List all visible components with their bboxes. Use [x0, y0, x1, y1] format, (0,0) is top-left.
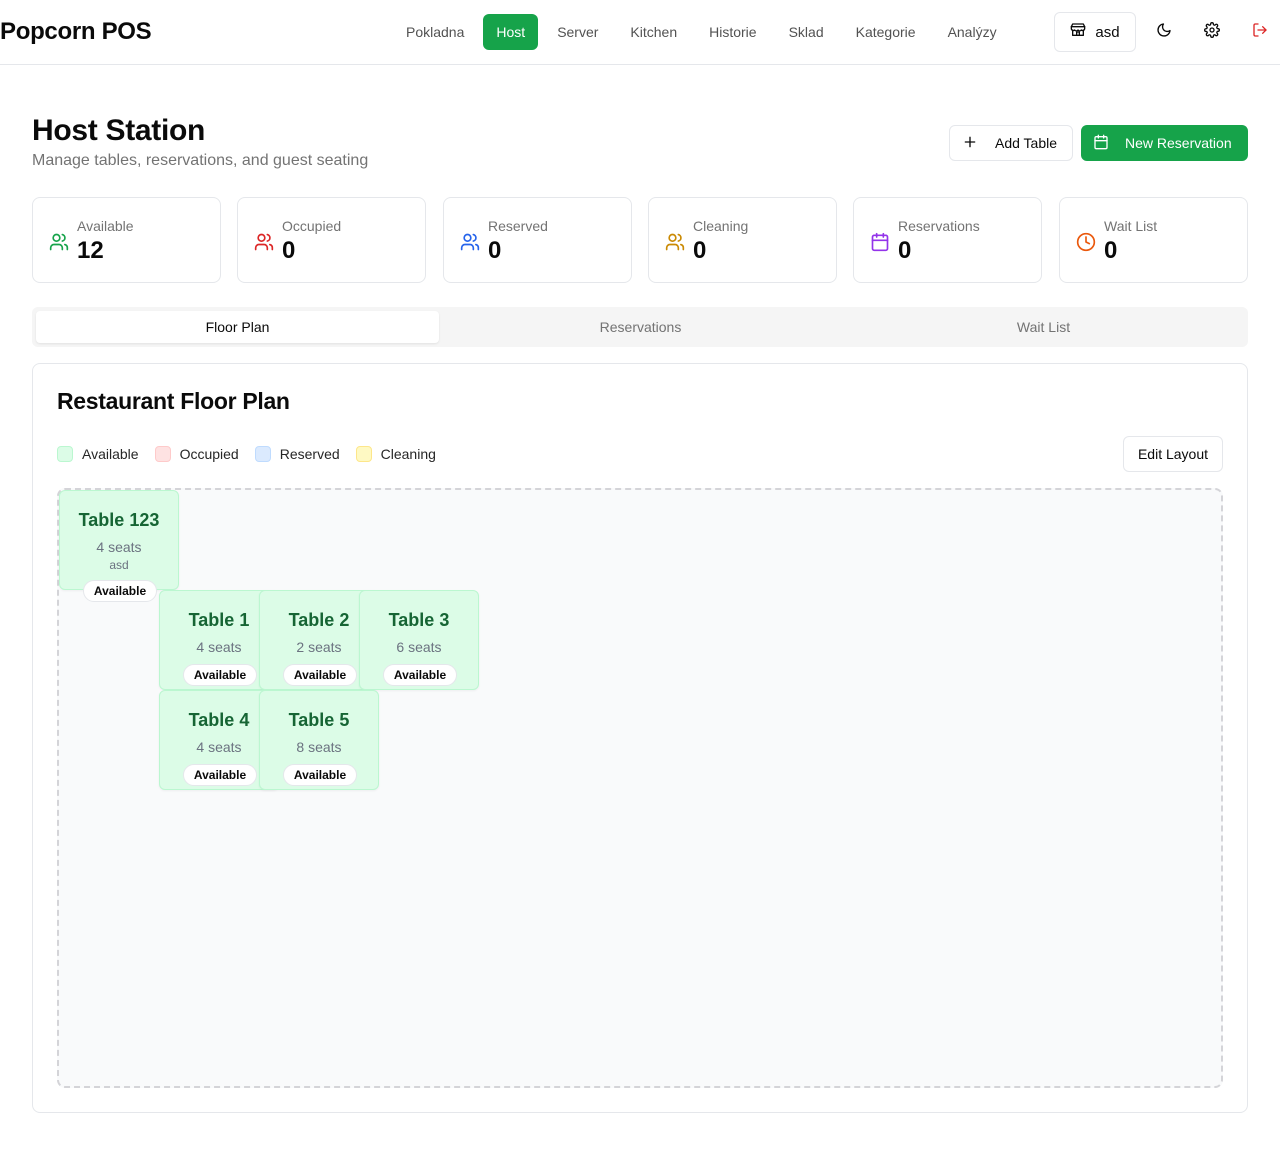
stat-card-wait-list: Wait List 0	[1059, 197, 1248, 283]
users-icon	[254, 232, 274, 252]
legend-label: Occupied	[179, 446, 239, 462]
new-reservation-button[interactable]: New Reservation	[1081, 125, 1248, 161]
status-badge: Available	[283, 664, 357, 686]
new-reservation-label: New Reservation	[1125, 135, 1232, 151]
stat-label: Wait List	[1104, 218, 1158, 234]
nav-item-server[interactable]: Server	[544, 14, 611, 50]
stat-card-available: Available 12	[32, 197, 221, 283]
store-label: asd	[1095, 23, 1120, 41]
table-card-123[interactable]: Table 123 4 seats asd Available	[59, 490, 179, 602]
nav-item-analyzy[interactable]: Analýzy	[935, 14, 1010, 50]
main-nav: Pokladna Host Server Kitchen Historie Sk…	[393, 14, 1016, 50]
legend-item-available: Available	[57, 446, 139, 462]
page-subtitle: Manage tables, reservations, and guest s…	[32, 152, 369, 169]
stat-card-cleaning: Cleaning 0	[648, 197, 837, 283]
calendar-icon	[870, 232, 890, 252]
stat-card-reservations: Reservations 0	[853, 197, 1042, 283]
nav-item-host[interactable]: Host	[483, 14, 539, 50]
table-seats: 6 seats	[396, 639, 442, 655]
add-table-label: Add Table	[995, 135, 1058, 151]
legend-item-reserved: Reserved	[254, 446, 340, 462]
legend-swatch	[254, 446, 271, 462]
table-name: Table 3	[388, 610, 450, 630]
tab-reservations[interactable]: Reservations	[439, 311, 842, 343]
tab-floor-plan[interactable]: Floor Plan	[36, 311, 439, 343]
legend-label: Reserved	[279, 446, 340, 462]
nav-item-historie[interactable]: Historie	[696, 14, 769, 50]
plus-icon	[962, 134, 978, 153]
nav-item-kitchen[interactable]: Kitchen	[617, 14, 690, 50]
users-icon	[665, 232, 685, 252]
view-tabs: Floor Plan Reservations Wait List	[32, 307, 1248, 347]
nav-item-pokladna[interactable]: Pokladna	[393, 14, 477, 50]
legend-swatch	[154, 446, 171, 462]
page-title: Host Station	[32, 114, 206, 147]
table-name: Table 5	[288, 710, 350, 730]
floor-plan-title: Restaurant Floor Plan	[57, 388, 290, 414]
legend-label: Available	[82, 446, 139, 462]
logout-button[interactable]	[1244, 16, 1276, 48]
moon-icon	[1156, 22, 1172, 43]
legend-swatch	[57, 446, 73, 462]
stat-label: Reservations	[898, 218, 980, 234]
theme-toggle-button[interactable]	[1148, 16, 1180, 48]
store-selector-button[interactable]: asd	[1054, 12, 1136, 52]
table-name: Table 123	[78, 510, 160, 530]
users-icon	[49, 232, 69, 252]
stat-value: 0	[488, 237, 502, 264]
stat-card-reserved: Reserved 0	[443, 197, 632, 283]
stat-value: 0	[693, 237, 707, 264]
app-brand: Popcorn POS	[0, 18, 152, 45]
floor-plan-card: Restaurant Floor Plan Available Occupied…	[32, 363, 1248, 1113]
legend-item-occupied: Occupied	[154, 446, 239, 462]
status-badge: Available	[383, 664, 457, 686]
stat-label: Available	[77, 218, 134, 234]
status-badge: Available	[183, 764, 257, 786]
edit-layout-button[interactable]: Edit Layout	[1123, 436, 1223, 472]
nav-item-sklad[interactable]: Sklad	[776, 14, 837, 50]
status-badge: Available	[83, 580, 157, 602]
table-note: asd	[109, 558, 129, 572]
clock-icon	[1076, 232, 1096, 252]
stat-value: 12	[77, 237, 104, 264]
add-table-button[interactable]: Add Table	[949, 125, 1073, 161]
status-legend: Available Occupied Reserved Cleaning	[57, 446, 452, 462]
users-icon	[460, 232, 480, 252]
table-seats: 8 seats	[296, 739, 342, 755]
table-card-3[interactable]: Table 3 6 seats Available	[359, 590, 479, 690]
stat-label: Occupied	[282, 218, 342, 234]
floor-plan-canvas: Table 123 4 seats asd Available Table 1 …	[57, 488, 1223, 1088]
legend-label: Cleaning	[380, 446, 436, 462]
stat-label: Reserved	[488, 218, 548, 234]
logout-icon	[1252, 22, 1268, 43]
status-badge: Available	[283, 764, 357, 786]
table-card-5[interactable]: Table 5 8 seats Available	[259, 690, 379, 790]
table-seats: 4 seats	[96, 539, 142, 555]
stat-value: 0	[1104, 237, 1118, 264]
legend-swatch	[355, 446, 372, 462]
tab-wait-list[interactable]: Wait List	[842, 311, 1245, 343]
settings-button[interactable]	[1196, 16, 1228, 48]
top-navbar: Popcorn POS Pokladna Host Server Kitchen…	[0, 0, 1280, 65]
store-icon	[1070, 22, 1086, 42]
gear-icon	[1204, 21, 1220, 43]
calendar-icon	[1093, 134, 1109, 153]
stat-card-occupied: Occupied 0	[237, 197, 426, 283]
stat-value: 0	[282, 237, 296, 264]
status-badge: Available	[183, 664, 257, 686]
nav-item-kategorie[interactable]: Kategorie	[843, 14, 929, 50]
stat-label: Cleaning	[693, 218, 749, 234]
stat-value: 0	[898, 237, 912, 264]
legend-item-cleaning: Cleaning	[355, 446, 436, 462]
